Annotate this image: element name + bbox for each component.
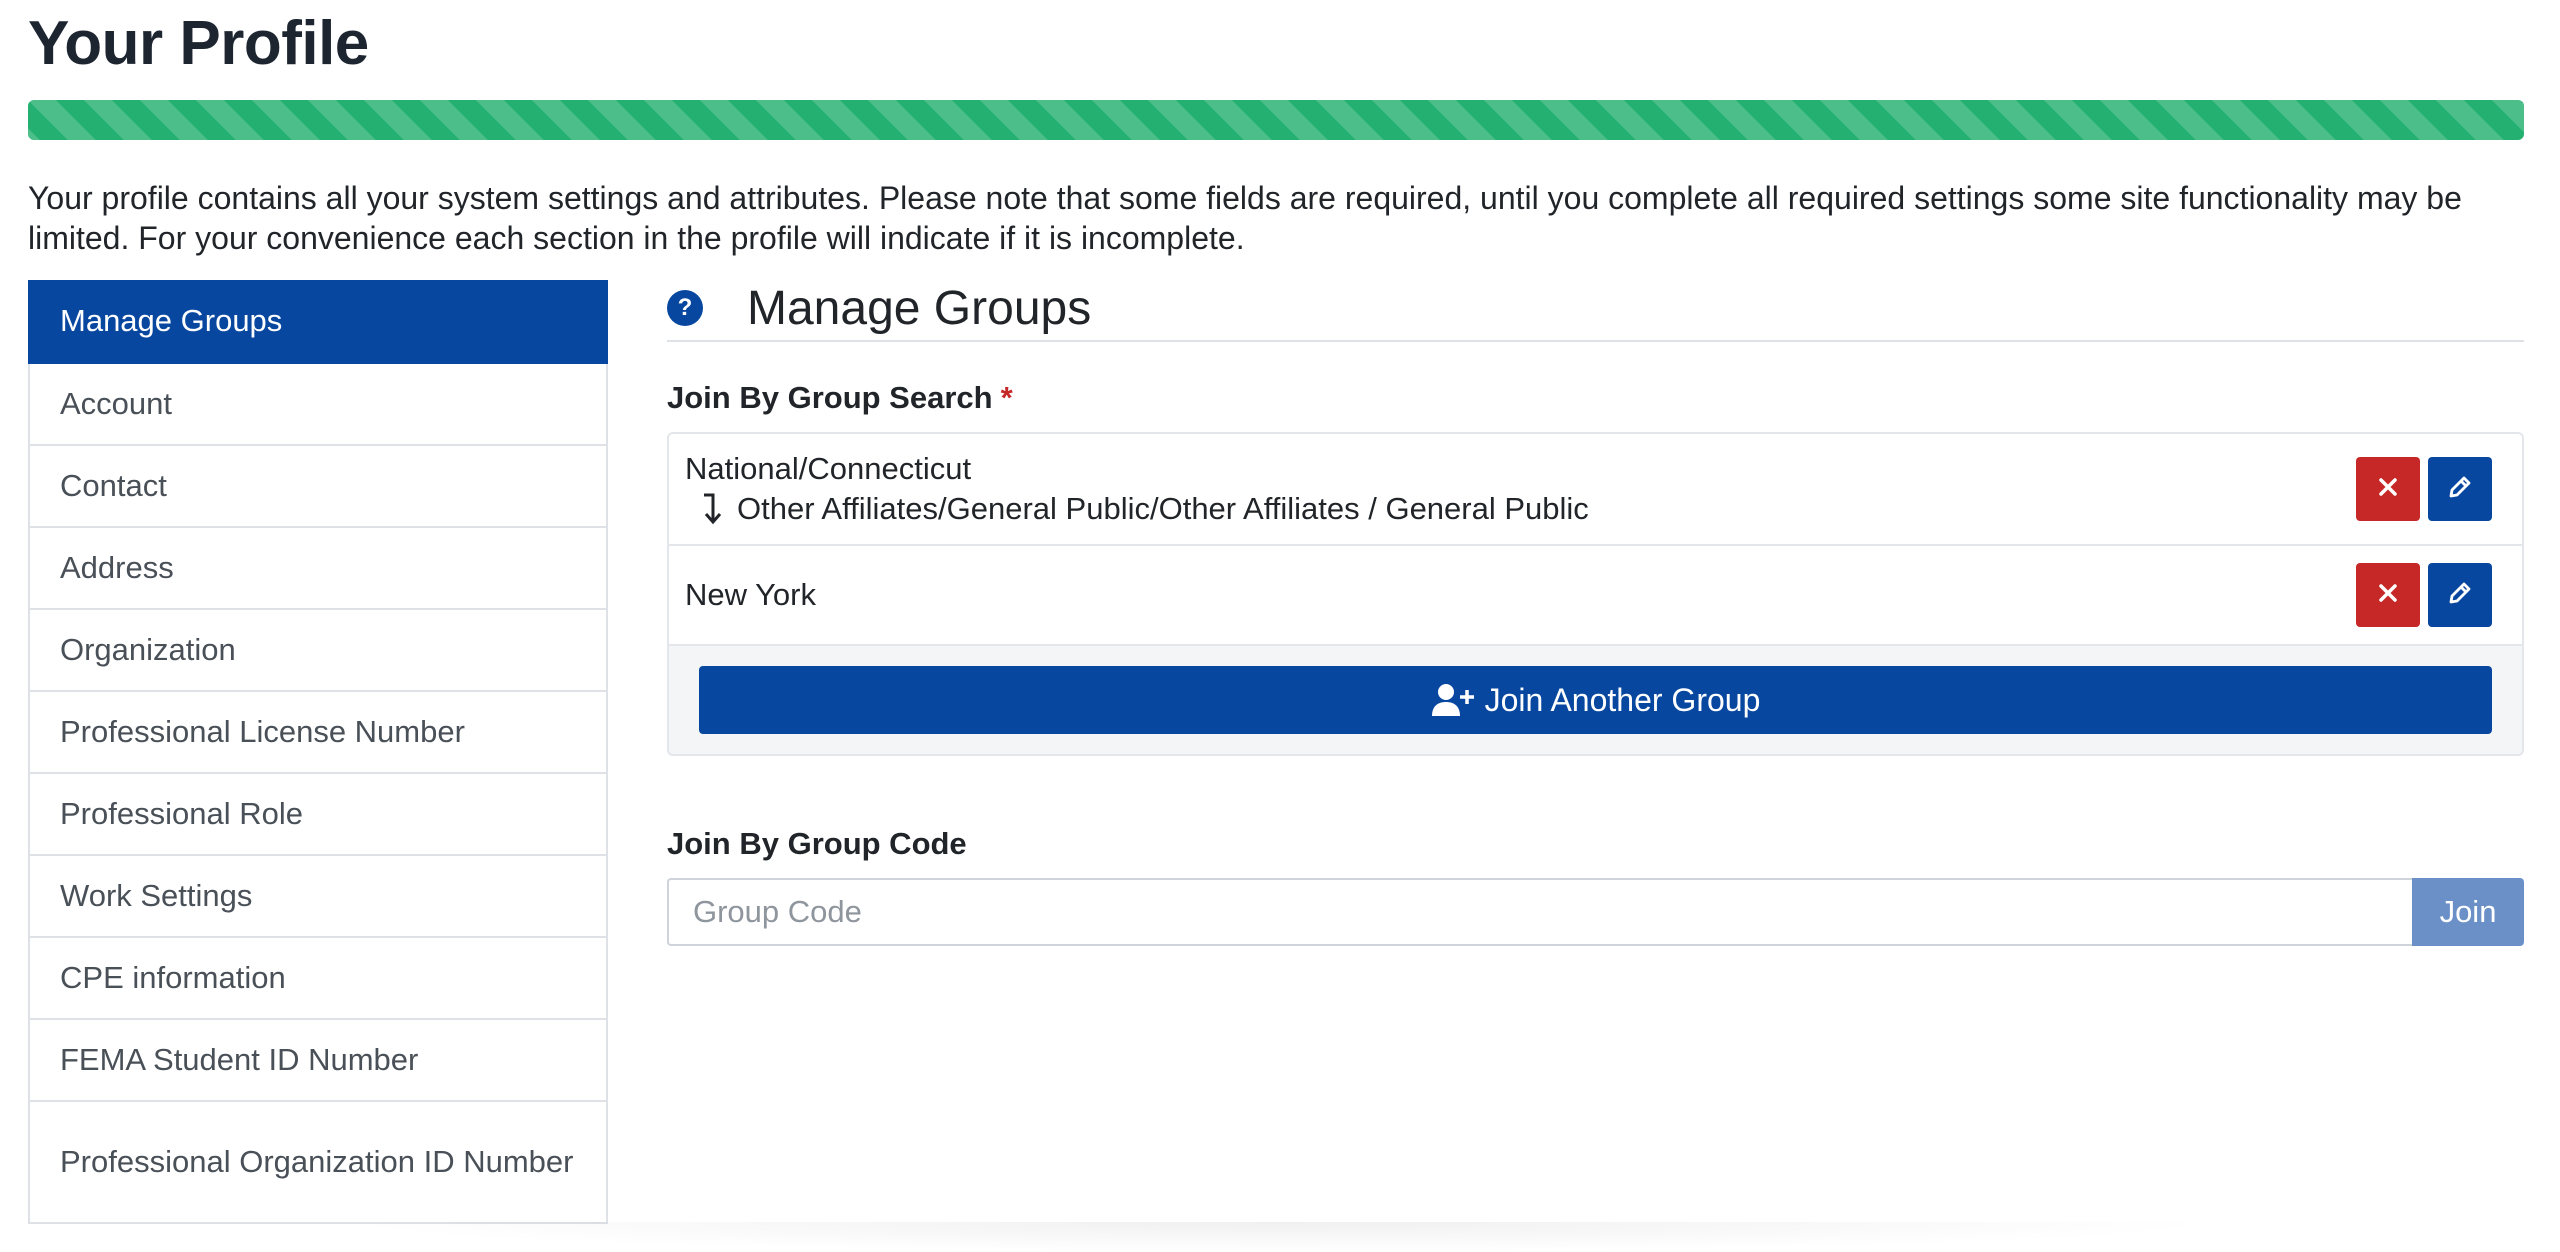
user-plus-icon	[1431, 682, 1475, 718]
sidebar-item-organization[interactable]: Organization	[28, 610, 608, 692]
group-row: National/Connecticut Other Affiliates/Ge…	[669, 434, 2522, 546]
group-search-label-text: Join By Group Search	[667, 380, 993, 415]
edit-group-button[interactable]	[2428, 457, 2492, 521]
sidebar-item-fema-student-id-number[interactable]: FEMA Student ID Number	[28, 1020, 608, 1102]
join-group-code-button[interactable]: Join	[2412, 878, 2524, 946]
sidebar-item-work-settings[interactable]: Work Settings	[28, 856, 608, 938]
sidebar-item-address[interactable]: Address	[28, 528, 608, 610]
page-title: Your Profile	[28, 9, 369, 78]
sidebar-item-cpe-information[interactable]: CPE information	[28, 938, 608, 1020]
sidebar-item-professional-organization-id-number[interactable]: Professional Organization ID Number	[28, 1102, 608, 1224]
group-row: New York	[669, 546, 2522, 646]
join-another-group-button[interactable]: Join Another Group	[699, 666, 2492, 734]
bottom-shadow	[330, 1222, 2230, 1252]
group-search-label: Join By Group Search *	[667, 380, 2524, 416]
remove-group-button[interactable]	[2356, 457, 2420, 521]
manage-groups-panel: ? Manage Groups Join By Group Search * Na…	[667, 280, 2524, 946]
progress-fill	[28, 100, 2524, 140]
group-subpath: Other Affiliates/General Public/Other Af…	[685, 489, 1589, 529]
remove-group-button[interactable]	[2356, 563, 2420, 627]
pencil-icon	[2447, 580, 2473, 611]
required-mark: *	[1000, 380, 1013, 415]
times-icon	[2378, 583, 2398, 608]
sidebar-item-contact[interactable]: Contact	[28, 446, 608, 528]
group-code-input[interactable]	[667, 878, 2412, 946]
join-another-area: Join Another Group	[669, 646, 2522, 754]
question-circle-icon[interactable]: ?	[667, 290, 703, 326]
sidebar-item-manage-groups[interactable]: Manage Groups	[28, 280, 608, 364]
section-header: ? Manage Groups	[667, 280, 2524, 342]
turn-down-arrow-icon	[701, 492, 725, 526]
sidebar-item-professional-license-number[interactable]: Professional License Number	[28, 692, 608, 774]
group-actions	[2356, 563, 2492, 627]
times-icon	[2378, 477, 2398, 502]
group-code-row: Join	[667, 878, 2524, 946]
group-entry: National/Connecticut Other Affiliates/Ge…	[685, 449, 1589, 529]
join-another-group-label: Join Another Group	[1484, 681, 1761, 718]
group-name: National/Connecticut	[685, 451, 972, 486]
group-list: National/Connecticut Other Affiliates/Ge…	[667, 432, 2524, 756]
edit-group-button[interactable]	[2428, 563, 2492, 627]
group-code-label: Join By Group Code	[667, 826, 967, 861]
sidebar-item-professional-role[interactable]: Professional Role	[28, 774, 608, 856]
sidebar-item-account[interactable]: Account	[28, 364, 608, 446]
section-title: Manage Groups	[747, 281, 1092, 335]
profile-sidebar: Manage Groups Account Contact Address Or…	[28, 280, 608, 1224]
profile-intro-text: Your profile contains all your system se…	[28, 180, 2462, 256]
group-name: New York	[685, 577, 816, 612]
group-actions	[2356, 457, 2492, 521]
profile-progress-bar	[28, 100, 2524, 140]
group-subpath-text: Other Affiliates/General Public/Other Af…	[737, 491, 1589, 526]
pencil-icon	[2447, 474, 2473, 505]
